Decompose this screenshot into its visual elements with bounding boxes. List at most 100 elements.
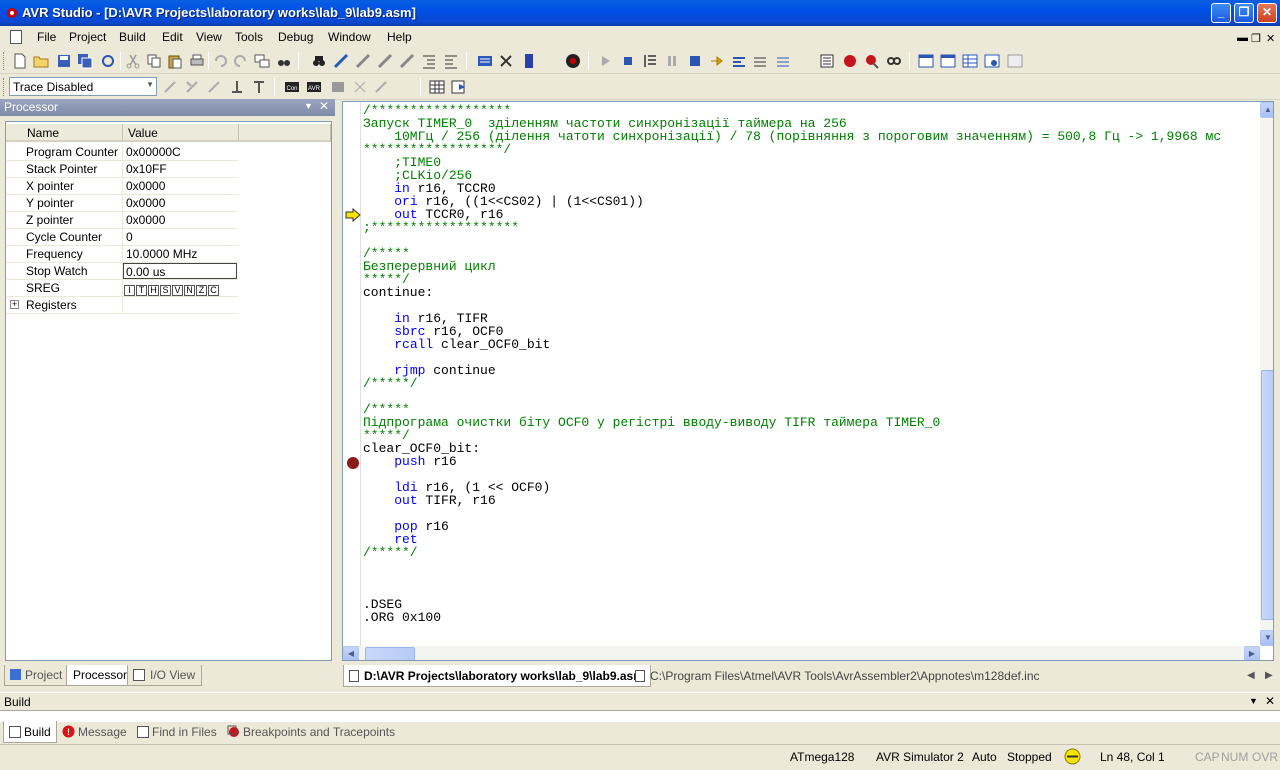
reset-icon[interactable] [642,53,658,69]
code-line[interactable]: continue: [363,286,1263,299]
menu-window[interactable]: Window [328,30,371,44]
sreg-flag-t[interactable]: T [136,285,147,296]
bookmark-next-icon[interactable] [355,53,371,69]
con-chip-icon[interactable]: Con [284,79,300,95]
trace-down-icon[interactable] [229,79,245,95]
sreg-flag-s[interactable]: S [160,285,171,296]
scroll-up-icon[interactable]: ▲ [1260,102,1273,118]
outdent-icon[interactable] [443,53,459,69]
panel-menu-icon[interactable]: ▼ [304,101,313,111]
code-line[interactable]: pop r16 [363,520,1263,533]
code-line[interactable] [363,572,1263,585]
redo-icon[interactable] [233,53,249,69]
breakpoint-icon[interactable] [346,456,360,470]
register-row[interactable]: Z pointer 0x0000 [6,212,238,229]
panel-menu-icon[interactable]: ▼ [1249,696,1258,706]
code-line[interactable]: ldi r16, (1 << OCF0) [363,481,1263,494]
registers-group-row[interactable]: + Registers [6,297,238,314]
trace-merge-icon[interactable] [373,79,389,95]
close-button[interactable]: ✕ [1257,3,1277,23]
scroll-right-icon[interactable]: ▶ [1244,646,1260,660]
tab-message[interactable]: ! Message [58,721,132,743]
toolbar-grip[interactable] [3,78,6,96]
trace-branch-icon[interactable] [352,79,368,95]
tab-scroll-left-icon[interactable]: ◀ [1247,670,1255,681]
scroll-down-icon[interactable]: ▼ [1260,630,1273,646]
document-icon[interactable] [10,30,22,44]
trace-goto-icon[interactable] [206,79,222,95]
code-line[interactable] [363,299,1263,312]
code-line[interactable]: .ORG 0x100 [363,611,1263,624]
sreg-flag-h[interactable]: H [148,285,159,296]
trace-run-icon[interactable] [451,79,467,95]
vertical-scrollbar[interactable]: ▲ ▼ [1260,102,1273,646]
vertical-scroll-thumb[interactable] [1261,370,1273,620]
tab-find-in-files[interactable]: Find in Files [132,721,222,743]
avr-chip-icon[interactable]: AVR [306,79,322,95]
menu-tools[interactable]: Tools [235,30,263,44]
code-line[interactable]: push r16 [363,455,1263,468]
undo-icon[interactable] [212,53,228,69]
trace-mode-select[interactable]: Trace Disabled ▼ [9,77,157,96]
paste-icon[interactable] [167,53,183,69]
tab-io-view[interactable]: I/O View [127,665,203,686]
avr-logo-icon[interactable] [565,53,581,69]
toolbar-window-icon[interactable] [1007,53,1023,69]
cut-icon[interactable] [125,53,141,69]
code-line[interactable]: out TIFR, r16 [363,494,1263,507]
editor-gutter[interactable] [343,102,361,646]
memory-window-icon[interactable] [962,53,978,69]
code-line[interactable]: /*****/ [363,377,1263,390]
refresh-icon[interactable] [100,53,116,69]
run-icon[interactable] [598,53,614,69]
code-line[interactable]: /***** [363,247,1263,260]
print-icon[interactable] [189,53,205,69]
code-line[interactable]: ;CLKio/256 [363,169,1263,182]
windows-icon[interactable] [254,53,270,69]
code-line[interactable]: Підпрограма очистки біту OCF0 у регістрі… [363,416,1263,429]
tab-breakpoints[interactable]: Breakpoints and Tracepoints [223,721,400,743]
sreg-flag-c[interactable]: C [208,285,219,296]
indent-icon[interactable] [421,53,437,69]
code-line[interactable] [363,559,1263,572]
bookmark-prev-icon[interactable] [377,53,393,69]
trace-up-icon[interactable] [251,79,267,95]
find-binoculars-icon[interactable] [276,53,292,69]
bookmark-clear-icon[interactable] [399,53,415,69]
code-line[interactable]: *****/ [363,273,1263,286]
trace-grid-icon[interactable] [429,79,445,95]
register-row[interactable]: SREG ITHSVNZC [6,280,238,297]
assemble-run-icon[interactable] [498,53,514,69]
mdi-close-icon[interactable]: ✕ [1266,32,1275,45]
trace-setup-icon[interactable] [184,79,200,95]
copy-icon[interactable] [146,53,162,69]
mdi-restore-icon[interactable]: ❐ [1251,32,1261,45]
column-header-name[interactable]: Name [6,124,123,142]
register-row[interactable]: Cycle Counter 0 [6,229,238,246]
step-into-icon[interactable] [709,53,725,69]
code-line[interactable]: ;TIME0 [363,156,1263,169]
register-row[interactable]: Frequency 10.0000 MHz [6,246,238,263]
register-window-icon[interactable] [940,53,956,69]
toggle-breakpoint-icon[interactable] [842,53,858,69]
trace-filter-icon[interactable] [162,79,178,95]
scroll-left-icon[interactable]: ◀ [343,646,359,660]
sreg-flag-z[interactable]: Z [196,285,207,296]
step-over-icon[interactable] [731,53,747,69]
stop-icon[interactable] [620,53,636,69]
menu-build[interactable]: Build [119,30,146,44]
code-line[interactable] [363,585,1263,598]
disassembler-window-icon[interactable] [984,53,1000,69]
run-to-cursor-icon[interactable] [775,53,791,69]
code-line[interactable] [363,351,1263,364]
code-line[interactable]: ret [363,533,1263,546]
column-header-value[interactable]: Value [123,124,239,142]
tab-scroll-right-icon[interactable]: ▶ [1265,670,1273,681]
step-out-icon[interactable] [752,53,768,69]
minimize-button[interactable]: _ [1211,3,1231,23]
menu-project[interactable]: Project [69,30,106,44]
code-line[interactable]: rjmp continue [363,364,1263,377]
bookmark-toggle-icon[interactable] [333,53,349,69]
code-line[interactable]: rcall clear_OCF0_bit [363,338,1263,351]
code-line[interactable]: /*****/ [363,546,1263,559]
